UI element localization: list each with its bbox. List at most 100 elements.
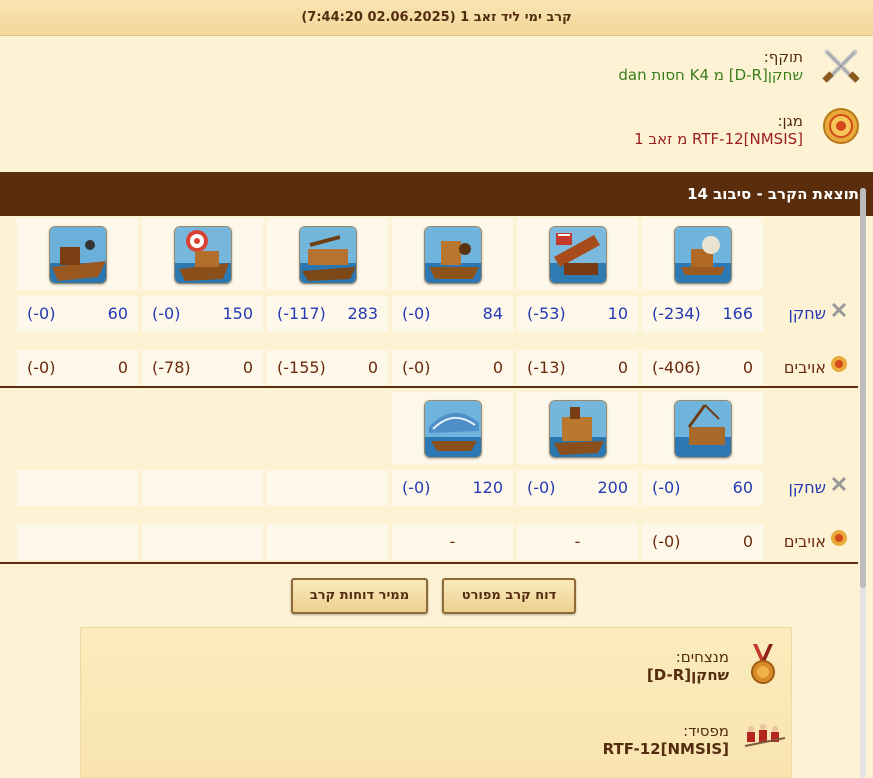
unit-count-cell: 150 (-0): [142, 296, 263, 332]
report-title: קרב ימי ליד זאב 1 (02.06.2025 7:44:20): [0, 0, 873, 36]
divider: [0, 386, 858, 388]
unit-icon-cell: [17, 218, 138, 290]
loser-label: מפסיד:: [683, 722, 729, 740]
battle-summary-header: תוצאת הקרב - סיבוב 14: [0, 172, 873, 216]
remaining-count: 0: [117, 358, 128, 377]
unit-count-cell: 0 (-0): [642, 524, 763, 560]
loss-count: (-0): [402, 358, 431, 377]
enemy-row-label: אויבים: [784, 350, 848, 386]
paddle-speedboat-icon[interactable]: [423, 400, 482, 458]
count-pair: 0 (-0): [17, 350, 138, 386]
catapult-ship-icon[interactable]: [173, 226, 232, 284]
detailed-report-button[interactable]: דוח קרב מפורט: [442, 578, 576, 614]
steam-ram-icon[interactable]: [423, 226, 482, 284]
attacker-name[interactable]: שחקן[D-R] מ K4 חסות dan: [618, 66, 803, 84]
count-pair: -: [392, 524, 513, 560]
count-pair: 0 (-0): [392, 350, 513, 386]
loser-name[interactable]: RTF-12[NMSIS]: [603, 740, 729, 758]
empty-cell: [17, 470, 138, 506]
remaining-count: 60: [732, 478, 753, 497]
remaining-count: 166: [722, 304, 753, 323]
winners-name[interactable]: שחקן[D-R]: [647, 666, 729, 684]
unit-icon-cell: [267, 218, 388, 290]
player-row-label: שחקן: [789, 296, 849, 332]
loss-count: (-117): [277, 304, 326, 323]
count-pair: 0 (-406): [642, 350, 763, 386]
unit-count-cell: 283 (-117): [267, 296, 388, 332]
unit-count-cell: 0 (-0): [392, 350, 513, 386]
loss-count: (-53): [527, 304, 566, 323]
fallen-soldiers-icon: [743, 720, 787, 764]
unit-icon-cell: [517, 392, 638, 464]
mortar-ship-icon[interactable]: [48, 226, 107, 284]
unit-icon-cell: [392, 218, 513, 290]
rocket-ship-icon[interactable]: [548, 400, 607, 458]
empty-cell: [142, 470, 263, 506]
attacker-info: תוקף: שחקן[D-R] מ K4 חסות dan: [618, 48, 803, 84]
unit-count-cell: 0 (-0): [17, 350, 138, 386]
target-icon: [830, 524, 848, 560]
loss-count: (-0): [27, 304, 56, 323]
loss-count: (-13): [527, 358, 566, 377]
defender-name[interactable]: RTF-12[NMSIS] מ זאב 1: [634, 130, 803, 148]
loser-entry: מפסיד: RTF-12[NMSIS]: [603, 722, 729, 758]
sword-icon: [830, 470, 848, 506]
unit-count-cell: 60 (-0): [642, 470, 763, 506]
remaining-count: 150: [222, 304, 253, 323]
count-pair: 120 (-0): [392, 470, 513, 506]
unit-icon-cell: [642, 218, 763, 290]
fire-ship-icon[interactable]: [548, 226, 607, 284]
unit-count-cell: 0 (-155): [267, 350, 388, 386]
sword-icon: [830, 296, 848, 332]
remaining-count: 60: [107, 304, 128, 323]
count-pair: 150 (-0): [142, 296, 263, 332]
player-row-label: שחקן: [789, 470, 849, 506]
enemy-row-label: אויבים: [784, 524, 848, 560]
loss-count: -: [449, 532, 456, 551]
count-pair: 0 (-78): [142, 350, 263, 386]
battle-outcome-box: מנצחים: שחקן[D-R] מפסיד: RTF-12[NMSIS]: [80, 627, 792, 778]
loss-count: (-406): [652, 358, 701, 377]
unit-icon-cell: [392, 392, 513, 464]
count-pair: 0 (-13): [517, 350, 638, 386]
remaining-count: 0: [617, 358, 628, 377]
remaining-count: 0: [492, 358, 503, 377]
remaining-count: 0: [242, 358, 253, 377]
divider: [0, 562, 858, 564]
target-icon: [830, 350, 848, 386]
empty-cell: [142, 524, 263, 560]
loss-count: -: [574, 532, 581, 551]
loss-count: (-0): [152, 304, 181, 323]
empty-cell: [17, 524, 138, 560]
remaining-count: 84: [482, 304, 503, 323]
remaining-count: 10: [607, 304, 628, 323]
count-pair: 60 (-0): [642, 470, 763, 506]
shield-icon: [819, 104, 863, 148]
remaining-count: 0: [742, 358, 753, 377]
crossed-swords-icon: [819, 44, 863, 88]
count-pair: 0 (-155): [267, 350, 388, 386]
unit-count-cell: -: [392, 524, 513, 560]
count-pair: 0 (-0): [642, 524, 763, 560]
count-pair: 200 (-0): [517, 470, 638, 506]
unit-count-cell: -: [517, 524, 638, 560]
loss-count: (-78): [152, 358, 191, 377]
loss-count: (-0): [402, 304, 431, 323]
medal-icon: [745, 644, 781, 688]
enemy-label-text: אויבים: [783, 358, 826, 377]
count-pair: 166 (-234): [642, 296, 763, 332]
remaining-count: 200: [597, 478, 628, 497]
unit-count-cell: 120 (-0): [392, 470, 513, 506]
unit-icon-cell: [517, 218, 638, 290]
loss-count: (-155): [277, 358, 326, 377]
remaining-count: 0: [367, 358, 378, 377]
unit-count-cell: 166 (-234): [642, 296, 763, 332]
ram-ship-icon[interactable]: [673, 226, 732, 284]
diving-boat-icon[interactable]: [673, 400, 732, 458]
unit-count-cell: 200 (-0): [517, 470, 638, 506]
count-pair: 84 (-0): [392, 296, 513, 332]
scrollbar-thumb[interactable]: [860, 188, 866, 588]
report-converter-button[interactable]: ממיר דוחות קרב: [291, 578, 428, 614]
ballista-ship-icon[interactable]: [298, 226, 357, 284]
player-label-text: שחקן: [788, 304, 827, 323]
